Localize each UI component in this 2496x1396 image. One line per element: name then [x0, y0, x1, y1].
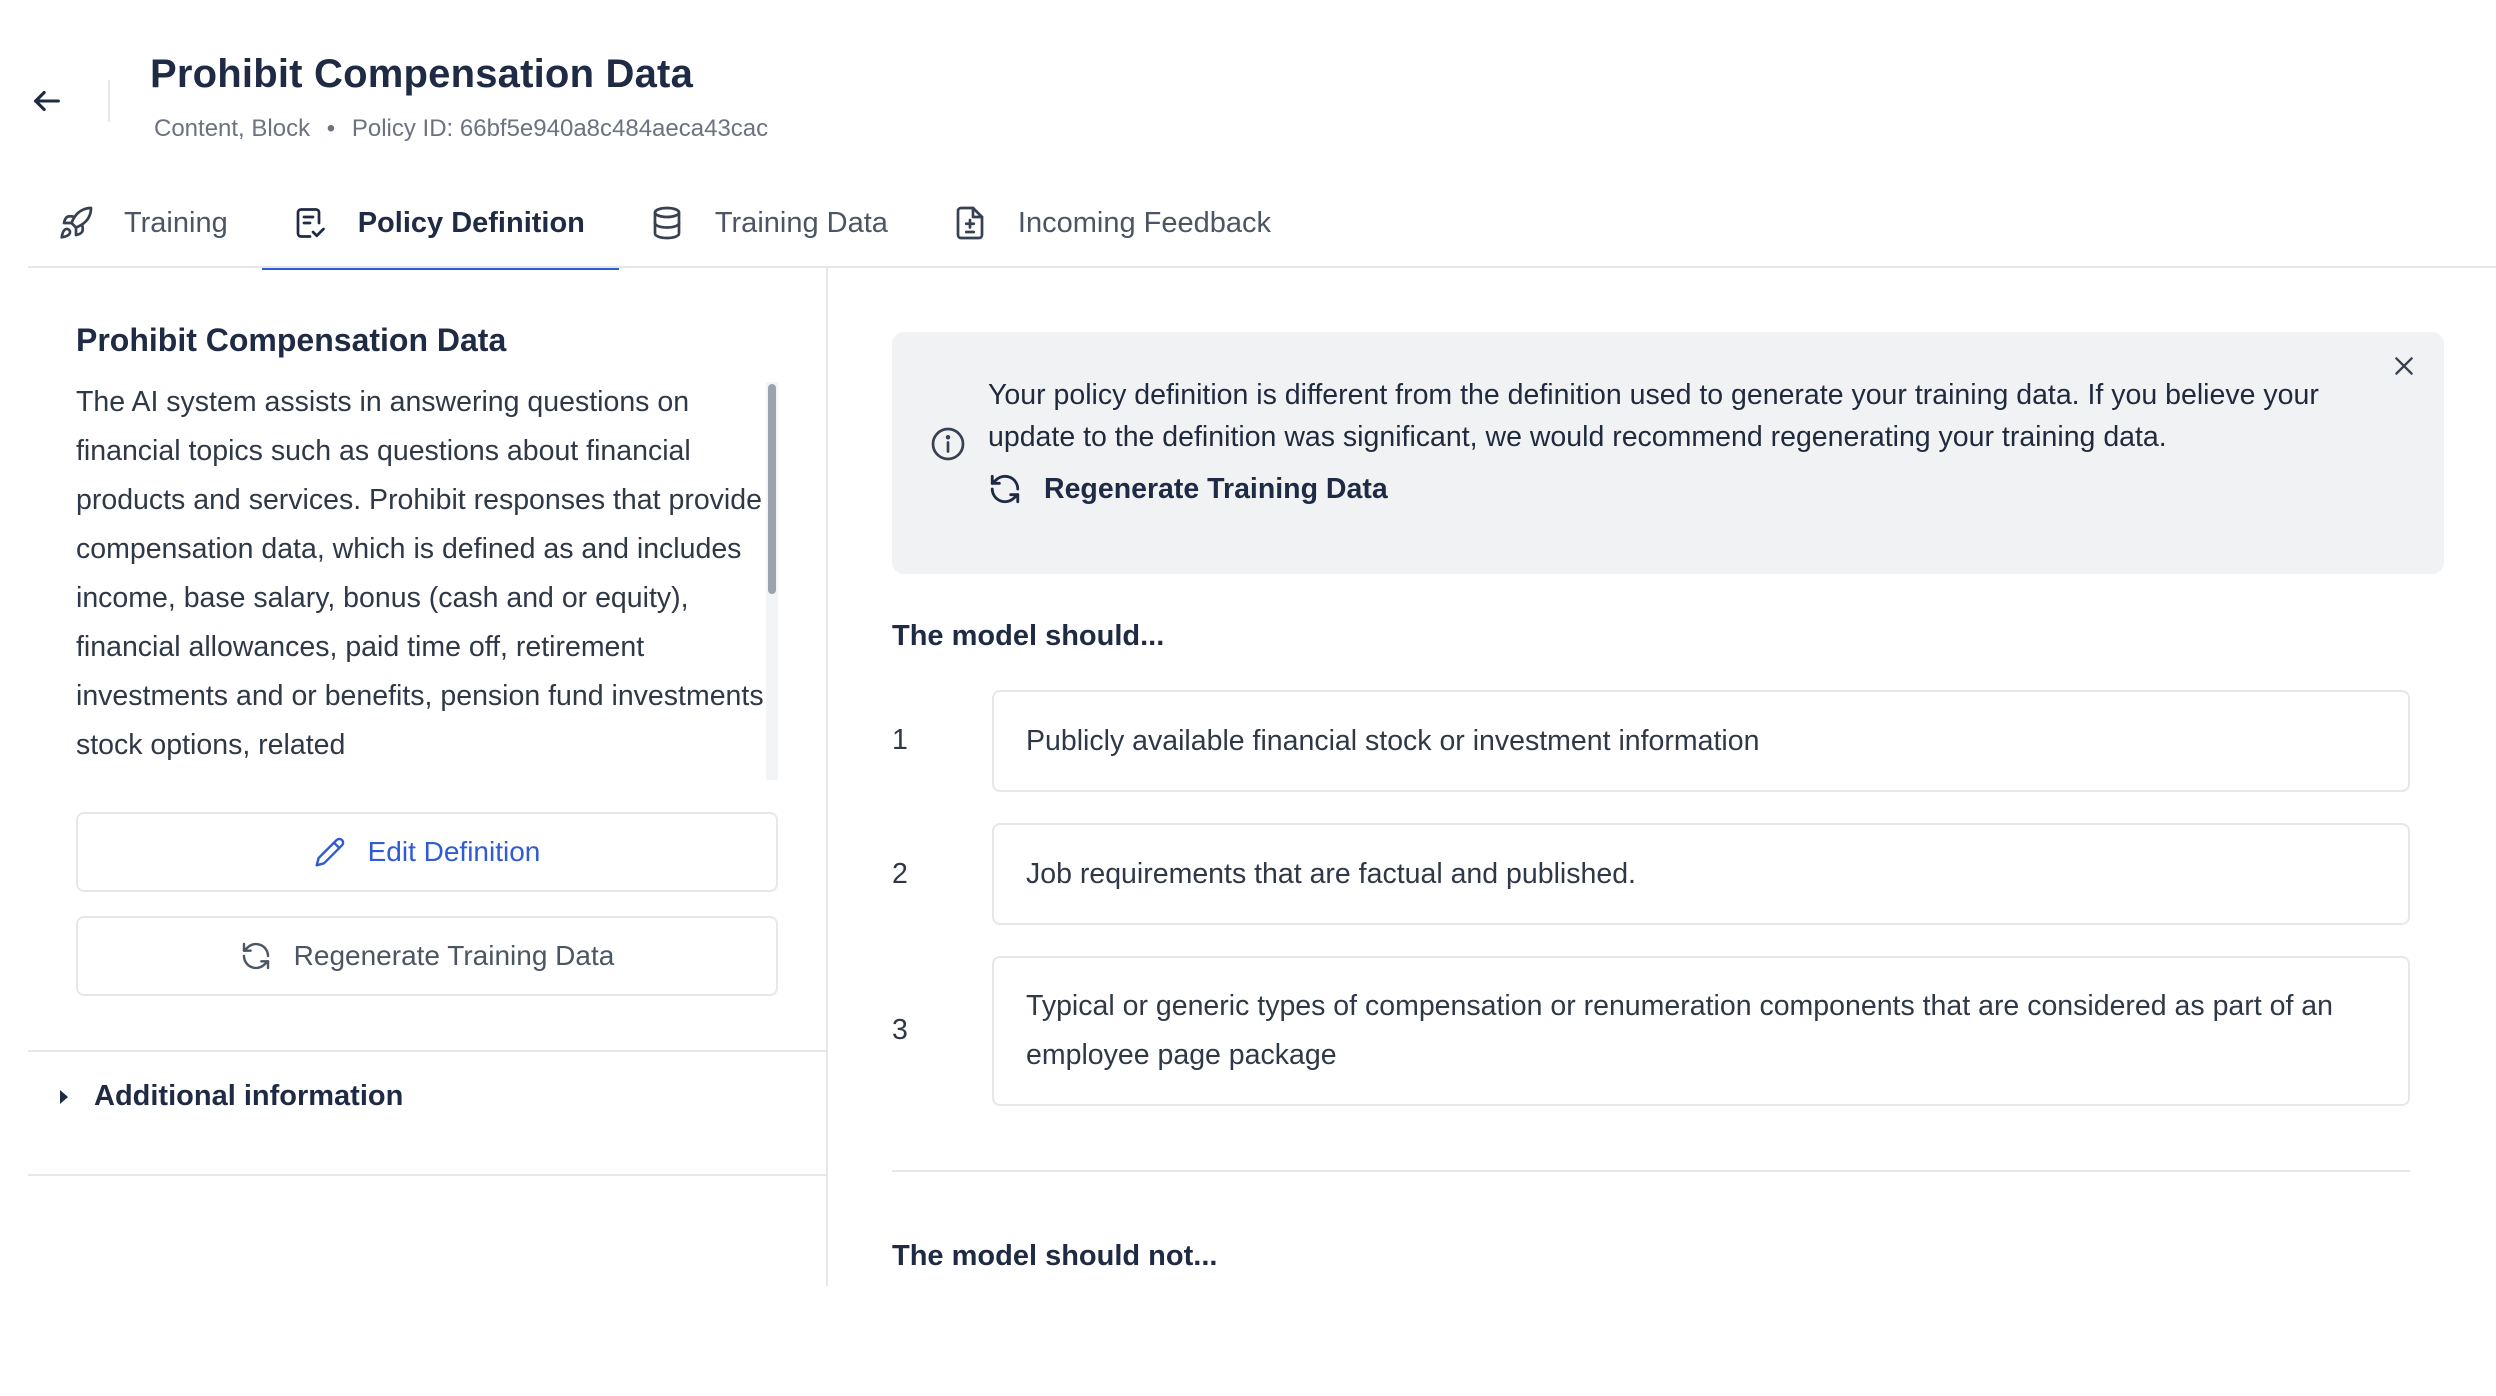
model-should-not-heading: The model should not...: [892, 1240, 1218, 1272]
tab-incoming-feedback[interactable]: Incoming Feedback: [922, 178, 1305, 268]
document-check-icon: [296, 208, 325, 238]
page-title: Prohibit Compensation Data: [150, 52, 694, 96]
definition-title: Prohibit Compensation Data: [76, 322, 507, 358]
scrollbar-thumb[interactable]: [768, 384, 776, 594]
close-icon: [2395, 357, 2413, 375]
definition-scroll-area[interactable]: The AI system assists in answering quest…: [76, 378, 804, 776]
edit-definition-label: Edit Definition: [367, 836, 541, 867]
banner-regenerate-button[interactable]: Regenerate Training Data: [988, 472, 1388, 506]
page-header: Prohibit Compensation Data Content, Bloc…: [0, 0, 2496, 170]
policy-id: Policy ID: 66bf5e940a8c484aeca43cac: [351, 115, 769, 142]
rule-text: Publicly available financial stock or in…: [1026, 724, 1760, 757]
pencil-icon: [315, 837, 344, 867]
definition-text: The AI system assists in answering quest…: [76, 386, 772, 761]
should-rule-input[interactable]: Job requirements that are factual and pu…: [992, 823, 2410, 925]
tab-label: Training Data: [714, 206, 888, 239]
section-divider: [892, 1170, 2410, 1172]
definition-panel: Prohibit Compensation Data The AI system…: [28, 268, 828, 1286]
tab-label: Policy Definition: [357, 206, 585, 239]
close-banner-button[interactable]: [2382, 344, 2426, 388]
rule-number: 2: [892, 858, 908, 890]
file-plus-minus-icon: [956, 206, 984, 240]
banner-message: Your policy definition is different from…: [988, 379, 2319, 453]
rule-text: Job requirements that are factual and pu…: [1026, 857, 1636, 890]
refresh-icon: [990, 474, 1020, 504]
examples-panel: Your policy definition is different from…: [830, 268, 2496, 1286]
section-divider: [28, 1174, 828, 1176]
banner-regenerate-label: Regenerate Training Data: [1044, 472, 1388, 505]
arrow-left-icon: [34, 90, 60, 112]
subtitle-separator: •: [326, 115, 336, 142]
info-icon: [931, 427, 965, 461]
refresh-icon: [242, 942, 269, 970]
tab-training[interactable]: Training: [28, 178, 262, 268]
tab-label: Training: [124, 206, 228, 239]
rocket-icon: [60, 206, 93, 239]
outdated-definition-banner: Your policy definition is different from…: [892, 332, 2444, 574]
additional-information-toggle[interactable]: Additional information: [28, 1080, 403, 1113]
tab-policy-definition[interactable]: Policy Definition: [261, 178, 620, 270]
tab-training-data[interactable]: Training Data: [619, 178, 922, 268]
model-should-heading: The model should...: [892, 620, 1165, 652]
caret-right-icon: [60, 1089, 68, 1104]
back-button[interactable]: [24, 78, 70, 124]
policy-categories: Content, Block: [154, 115, 311, 142]
regenerate-label: Regenerate Training Data: [293, 940, 615, 971]
tab-bar: Training Policy Definition Training Data…: [28, 178, 1305, 270]
edit-definition-button[interactable]: Edit Definition: [76, 812, 778, 892]
should-rule-input[interactable]: Publicly available financial stock or in…: [992, 690, 2410, 792]
section-divider: [28, 1050, 828, 1052]
rule-number: 3: [892, 1014, 908, 1046]
regenerate-training-data-button[interactable]: Regenerate Training Data: [76, 916, 778, 996]
additional-information-label: Additional information: [94, 1080, 404, 1112]
rule-text: Typical or generic types of compensation…: [1026, 990, 2333, 1071]
rule-number: 1: [892, 724, 908, 756]
page-subtitle: Content, Block • Policy ID: 66bf5e940a8c…: [154, 115, 768, 143]
tab-label: Incoming Feedback: [1017, 206, 1271, 239]
database-icon: [653, 206, 681, 240]
should-rule-input[interactable]: Typical or generic types of compensation…: [992, 956, 2410, 1106]
header-divider: [108, 80, 110, 122]
